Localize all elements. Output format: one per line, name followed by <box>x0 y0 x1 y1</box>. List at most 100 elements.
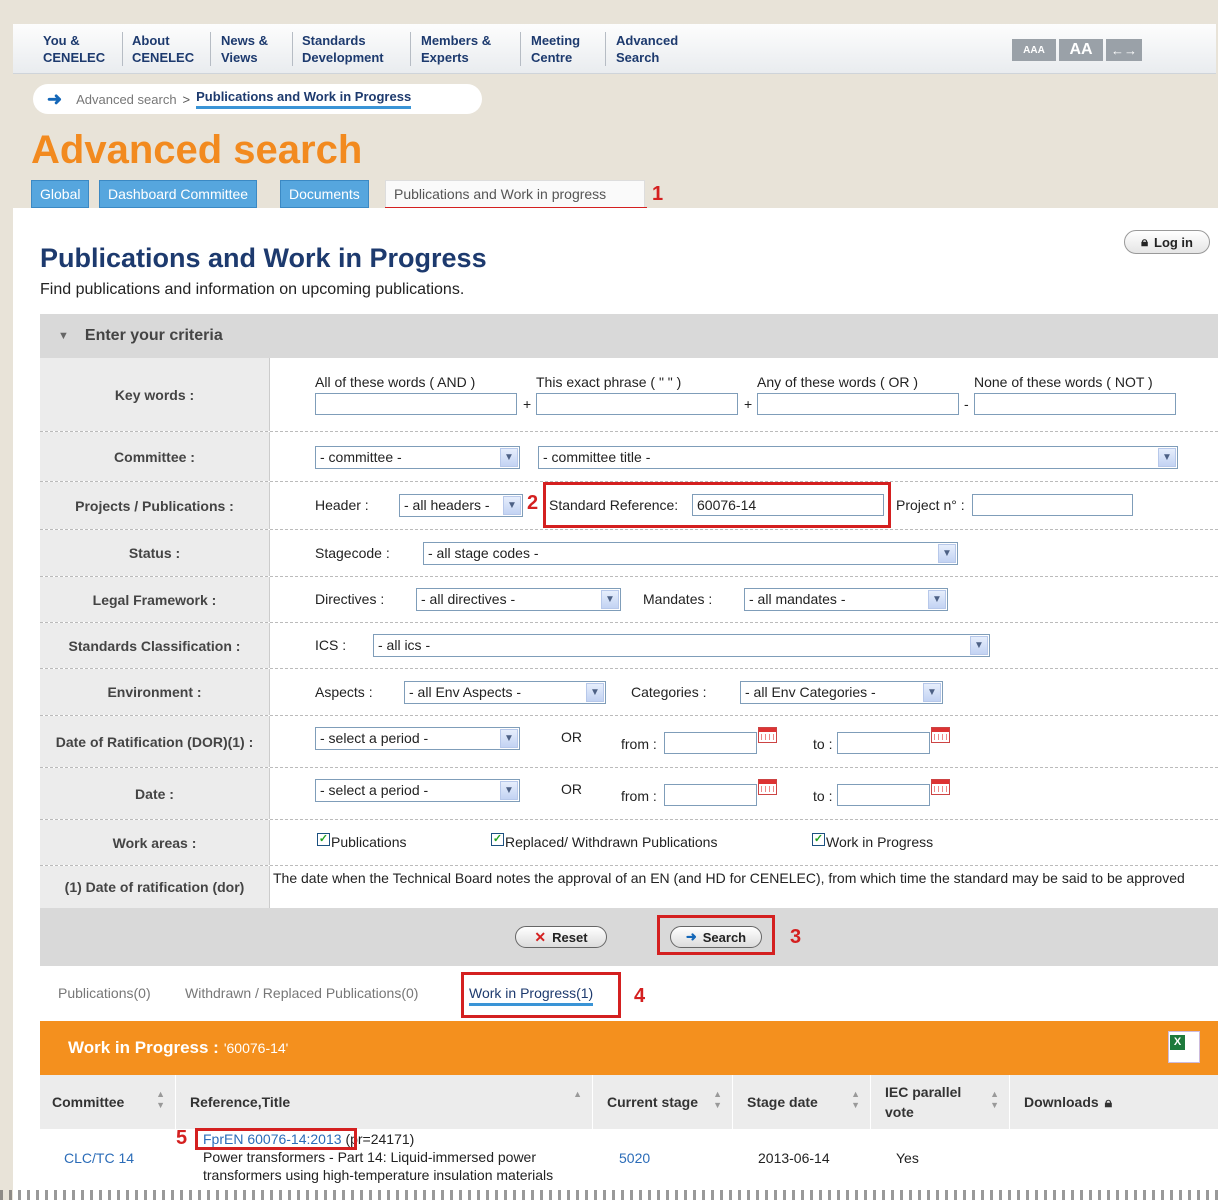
font-small-icon[interactable]: AAA <box>1012 39 1056 61</box>
date-from-input[interactable] <box>664 784 757 806</box>
label-keywords: Key words : <box>40 358 270 431</box>
stage-link[interactable]: 5020 <box>619 1150 650 1166</box>
row-keywords: Key words : All of these words ( AND ) T… <box>40 358 1218 432</box>
label-projects: Projects / Publications : <box>40 482 270 529</box>
label-environment: Environment : <box>40 669 270 715</box>
button-bar: ✕ Reset ➜ Search 3 <box>40 908 1218 966</box>
annotation-box-4 <box>461 972 621 1018</box>
column-header-iec-vote[interactable]: IEC parallel vote ▲ ▼ <box>873 1075 1010 1129</box>
tab-global[interactable]: Global <box>31 180 90 208</box>
sort-arrows-icon[interactable]: ▲ ▼ <box>851 1089 860 1111</box>
nav-meeting-centre[interactable]: Meeting Centre <box>521 32 606 66</box>
column-label: Current stage <box>607 1094 699 1110</box>
chevron-down-icon: ▼ <box>1158 448 1176 467</box>
nav-label: You & CENELEC <box>43 33 106 65</box>
select-value: - all directives - <box>421 591 516 607</box>
calendar-icon[interactable] <box>931 727 950 743</box>
lock-icon: 🔒︎ <box>1104 1093 1113 1110</box>
phrase-input[interactable] <box>536 393 738 415</box>
nav-news-views[interactable]: News & Views <box>211 32 293 66</box>
chevron-down-icon: ▼ <box>601 590 619 609</box>
not-label: None of these words ( NOT ) <box>974 374 1153 390</box>
not-input[interactable] <box>974 393 1176 415</box>
or-text: OR <box>561 729 582 745</box>
categories-select[interactable]: - all Env Categories - ▼ <box>740 681 943 704</box>
select-value: - select a period - <box>320 730 429 746</box>
aspects-select[interactable]: - all Env Aspects - ▼ <box>404 681 606 704</box>
replaced-checkbox[interactable]: ✓ <box>491 833 504 846</box>
nav-about-cenelec[interactable]: About CENELEC <box>122 32 211 66</box>
ics-select[interactable]: - all ics - ▼ <box>373 634 990 657</box>
chevron-down-icon: ▼ <box>500 448 518 467</box>
annotation-number-1: 1 <box>652 183 664 205</box>
wip-checkbox[interactable]: ✓ <box>812 833 825 846</box>
select-value: - select a period - <box>320 782 429 798</box>
dor-period-select[interactable]: - select a period - ▼ <box>315 727 520 750</box>
sort-arrows-icon[interactable]: ▲ ▼ <box>156 1089 165 1111</box>
column-header-committee[interactable]: Committee ▲ ▼ <box>40 1075 176 1129</box>
calendar-icon[interactable] <box>758 779 777 795</box>
reference-title: Power transformers - Part 14: Liquid-imm… <box>203 1149 554 1183</box>
stagecode-select[interactable]: - all stage codes - ▼ <box>423 542 958 565</box>
breadcrumb-current: Publications and Work in Progress <box>196 89 412 109</box>
column-header-reference[interactable]: Reference,Title ▲ <box>178 1075 593 1129</box>
excel-export-icon[interactable] <box>1168 1031 1200 1063</box>
column-header-stage-date[interactable]: Stage date ▲ ▼ <box>735 1075 871 1129</box>
committee-title-select[interactable]: - committee title - ▼ <box>538 446 1178 469</box>
annotation-number-3: 3 <box>790 926 802 948</box>
committee-select[interactable]: - committee - ▼ <box>315 446 520 469</box>
dor-to-input[interactable] <box>837 732 930 754</box>
publications-checkbox-label: Publications <box>331 834 407 850</box>
row-environment: Environment : Aspects : - all Env Aspect… <box>40 669 1218 716</box>
reset-button[interactable]: ✕ Reset <box>515 926 607 948</box>
sort-arrows-icon[interactable]: ▲ ▼ <box>990 1089 999 1111</box>
footnote-text: The date when the Technical Board notes … <box>273 870 1185 886</box>
sort-arrows-icon[interactable]: ▲ ▼ <box>713 1089 722 1111</box>
tab-dashboard-committee[interactable]: Dashboard Committee <box>99 180 258 208</box>
project-number-input[interactable] <box>972 494 1133 516</box>
calendar-icon[interactable] <box>931 779 950 795</box>
field-classification: ICS : - all ics - ▼ <box>271 623 1218 668</box>
column-label: Downloads <box>1024 1094 1099 1110</box>
result-tab-withdrawn[interactable]: Withdrawn / Replaced Publications(0) <box>185 985 418 1001</box>
expand-width-icon[interactable]: ←→ <box>1106 39 1142 61</box>
login-button[interactable]: 🔒︎ Log in <box>1124 230 1210 254</box>
table-row: CLC/TC 14 FprEN 60076-14:2013 (pr=24171)… <box>40 1127 1218 1189</box>
login-label: Log in <box>1154 234 1193 250</box>
or-input[interactable] <box>757 393 959 415</box>
and-input[interactable] <box>315 393 517 415</box>
tab-publications-wip[interactable]: Publications and Work in progress <box>385 180 645 208</box>
column-header-stage[interactable]: Current stage ▲ ▼ <box>595 1075 733 1129</box>
dor-from-input[interactable] <box>664 732 757 754</box>
nav-standards-development[interactable]: Standards Development <box>292 32 411 66</box>
mandates-select[interactable]: - all mandates - ▼ <box>744 588 948 611</box>
criteria-header[interactable]: ▼ Enter your criteria <box>40 314 1218 358</box>
nav-members-experts[interactable]: Members & Experts <box>411 32 521 66</box>
annotation-number-4: 4 <box>634 985 646 1007</box>
font-size-tools: AAA AA ←→ <box>1012 39 1142 61</box>
replaced-checkbox-label: Replaced/ Withdrawn Publications <box>505 834 718 850</box>
directives-select[interactable]: - all directives - ▼ <box>416 588 621 611</box>
result-tab-publications[interactable]: Publications(0) <box>58 985 151 1001</box>
sort-arrows-icon[interactable]: ▲ <box>573 1089 582 1100</box>
nav-you-cenelec[interactable]: You & CENELEC <box>33 32 123 66</box>
ics-label: ICS : <box>315 637 347 653</box>
chevron-down-icon: ▼ <box>923 683 941 702</box>
tab-documents[interactable]: Documents <box>280 180 369 208</box>
chevron-down-icon: ▼ <box>500 729 518 748</box>
committee-link[interactable]: CLC/TC 14 <box>64 1150 134 1166</box>
field-status: Stagecode : - all stage codes - ▼ <box>271 530 1218 576</box>
publications-checkbox[interactable]: ✓ <box>317 833 330 846</box>
date-period-select[interactable]: - select a period - ▼ <box>315 779 520 802</box>
column-label: IEC parallel vote <box>885 1084 962 1120</box>
calendar-icon[interactable] <box>758 727 777 743</box>
iec-vote: Yes <box>896 1150 919 1166</box>
nav-advanced-search[interactable]: Advanced Search <box>606 32 706 66</box>
date-to-input[interactable] <box>837 784 930 806</box>
header-select[interactable]: - all headers - ▼ <box>399 494 523 517</box>
font-large-icon[interactable]: AA <box>1059 39 1103 61</box>
row-projects: Projects / Publications : Header : - all… <box>40 482 1218 530</box>
from-label: from : <box>621 788 657 804</box>
row-date: Date : - select a period - ▼ OR from : to… <box>40 768 1218 820</box>
breadcrumb-parent[interactable]: Advanced search <box>76 92 176 107</box>
